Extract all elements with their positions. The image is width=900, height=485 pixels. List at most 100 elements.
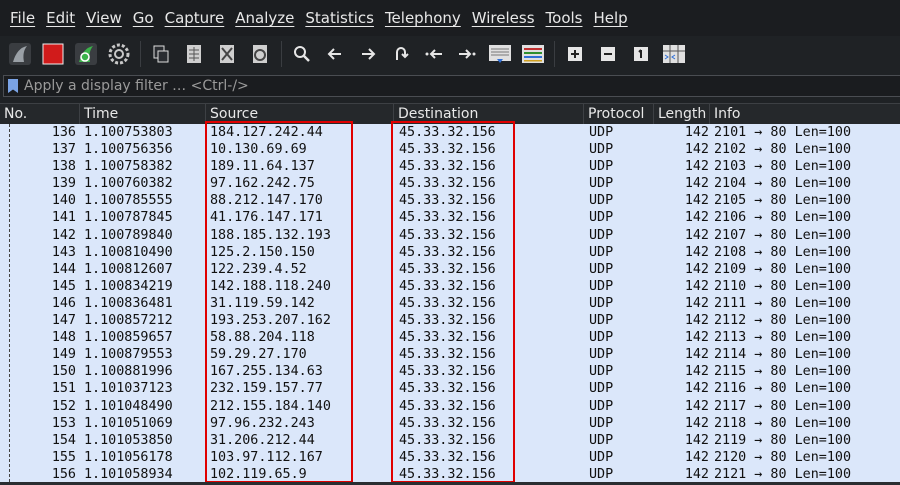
normal-size-icon[interactable] [628,41,654,67]
menu-statistics[interactable]: Statistics [305,9,374,27]
packet-row[interactable]: 145 1.100834219 142.188.118.240 45.33.32.15… [0,278,900,295]
source-ip-cell: 103.97.112.167 [210,449,323,465]
menu-wireless[interactable]: Wireless [472,9,535,27]
capture-options-gear-icon[interactable] [106,41,132,67]
source-ip-cell: 188.185.132.193 [210,227,331,243]
length-cell: 142 [684,261,709,277]
source-ip-cell: 88.212.147.170 [210,193,323,209]
reload-file-icon[interactable] [247,41,273,67]
packet-row[interactable]: 140 1.100785555 88.212.147.170 45.33.32.156… [0,192,900,209]
menu-go[interactable]: Go [133,9,154,27]
packet-row[interactable]: 142 1.100789840 188.185.132.193 45.33.32.15… [0,227,900,244]
destination-ip-cell: 45.33.32.156 [399,449,496,465]
menu-analyze[interactable]: Analyze [235,9,294,27]
protocol-cell: UDP [589,449,614,465]
column-header-destination[interactable]: Destination [394,104,584,124]
menu-help[interactable]: Help [593,9,627,27]
menu-capture[interactable]: Capture [165,9,225,27]
stop-square-icon[interactable] [40,41,66,67]
destination-ip-cell: 45.33.32.156 [399,295,496,311]
packet-list: 136 1.100753803 184.127.242.44 45.33.32.156… [0,124,900,482]
auto-scroll-icon[interactable] [487,41,513,67]
info-cell: 2113 → 80 Len=100 [714,330,852,346]
column-header-info[interactable]: Info [710,104,900,124]
close-file-icon[interactable] [214,41,240,67]
last-packet-icon[interactable] [454,41,480,67]
packet-number-cell: 143 [51,244,76,260]
column-header-protocol[interactable]: Protocol [584,104,654,124]
packet-row[interactable]: 150 1.100881996 167.255.134.63 45.33.32.156… [0,363,900,380]
shark-fin-start-icon[interactable] [7,41,33,67]
column-header-length[interactable]: Length [654,104,710,124]
restart-capture-icon[interactable] [73,41,99,67]
column-header-source[interactable]: Source [206,104,394,124]
length-cell: 142 [684,466,709,482]
time-cell: 1.100760382 [84,176,173,192]
packet-row[interactable]: 143 1.100810490 125.2.150.150 45.33.32.156 U… [0,244,900,261]
colorize-icon[interactable] [520,41,546,67]
time-cell: 1.100812607 [84,261,173,277]
packet-row[interactable]: 137 1.100756356 10.130.69.69 45.33.32.156 UD… [0,141,900,158]
packet-row[interactable]: 139 1.100760382 97.162.242.75 45.33.32.156 U… [0,175,900,192]
destination-ip-cell: 45.33.32.156 [399,176,496,192]
info-cell: 2104 → 80 Len=100 [714,176,852,192]
packet-row[interactable]: 146 1.100836481 31.119.59.142 45.33.32.156 U… [0,295,900,312]
packet-row[interactable]: 153 1.101051069 97.96.232.243 45.33.32.156 U… [0,415,900,432]
packet-number-cell: 145 [51,278,76,294]
info-cell: 2119 → 80 Len=100 [714,432,852,448]
destination-ip-cell: 45.33.32.156 [399,364,496,380]
toolbar-separator [554,41,555,67]
protocol-cell: UDP [589,210,614,226]
source-ip-cell: 10.130.69.69 [210,142,307,158]
packet-row[interactable]: 147 1.100857212 193.253.207.162 45.33.32.15… [0,312,900,329]
packet-number-cell: 151 [51,381,76,397]
open-file-icon[interactable] [148,41,174,67]
packet-row[interactable]: 138 1.100758382 189.11.64.137 45.33.32.156 U… [0,158,900,175]
protocol-cell: UDP [589,347,614,363]
packet-number-cell: 139 [51,176,76,192]
info-cell: 2115 → 80 Len=100 [714,364,852,380]
menu-edit[interactable]: Edit [46,9,75,27]
packet-row[interactable]: 144 1.100812607 122.239.4.52 45.33.32.156 UD… [0,261,900,278]
go-forward-arrow-icon[interactable] [355,41,381,67]
menu-tools[interactable]: Tools [546,9,583,27]
destination-ip-cell: 45.33.32.156 [399,261,496,277]
zoom-out-icon[interactable] [595,41,621,67]
menu-view[interactable]: View [86,9,122,27]
length-cell: 142 [684,244,709,260]
packet-row[interactable]: 149 1.100879553 59.29.27.170 45.33.32.156 UD… [0,346,900,363]
column-header-time[interactable]: Time [80,104,206,124]
time-cell: 1.100789840 [84,227,173,243]
packet-number-cell: 144 [51,261,76,277]
packet-row[interactable]: 151 1.101037123 232.159.157.77 45.33.32.156… [0,380,900,397]
info-cell: 2109 → 80 Len=100 [714,261,852,277]
info-cell: 2102 → 80 Len=100 [714,142,852,158]
length-cell: 142 [684,176,709,192]
menu-telephony[interactable]: Telephony [385,9,461,27]
packet-row[interactable]: 148 1.100859657 58.88.204.118 45.33.32.156 U… [0,329,900,346]
toolbar-separator [281,41,282,67]
bookmark-icon[interactable] [8,79,18,93]
length-cell: 142 [684,364,709,380]
info-cell: 2101 → 80 Len=100 [714,125,852,140]
time-cell: 1.101053850 [84,432,173,448]
packet-row[interactable]: 152 1.101048490 212.155.184.140 45.33.32.15… [0,398,900,415]
go-to-packet-icon[interactable] [388,41,414,67]
main-toolbar [0,36,900,72]
display-filter-input[interactable] [24,76,900,96]
resize-columns-icon[interactable] [661,41,687,67]
packet-row[interactable]: 156 1.101058934 102.119.65.9 45.33.32.156 UD… [0,466,900,482]
destination-ip-cell: 45.33.32.156 [399,159,496,175]
packet-row[interactable]: 155 1.101056178 103.97.112.167 45.33.32.156… [0,449,900,466]
find-packet-icon[interactable] [289,41,315,67]
column-header-no[interactable]: No. [0,104,80,124]
first-packet-icon[interactable] [421,41,447,67]
packet-row[interactable]: 154 1.101053850 31.206.212.44 45.33.32.156 U… [0,432,900,449]
menu-file[interactable]: File [10,9,35,27]
packet-row[interactable]: 136 1.100753803 184.127.242.44 45.33.32.156… [0,124,900,141]
save-file-icon[interactable] [181,41,207,67]
go-back-arrow-icon[interactable] [322,41,348,67]
packet-row[interactable]: 141 1.100787845 41.176.147.171 45.33.32.156… [0,209,900,226]
zoom-in-icon[interactable] [562,41,588,67]
source-ip-cell: 212.155.184.140 [210,398,331,414]
